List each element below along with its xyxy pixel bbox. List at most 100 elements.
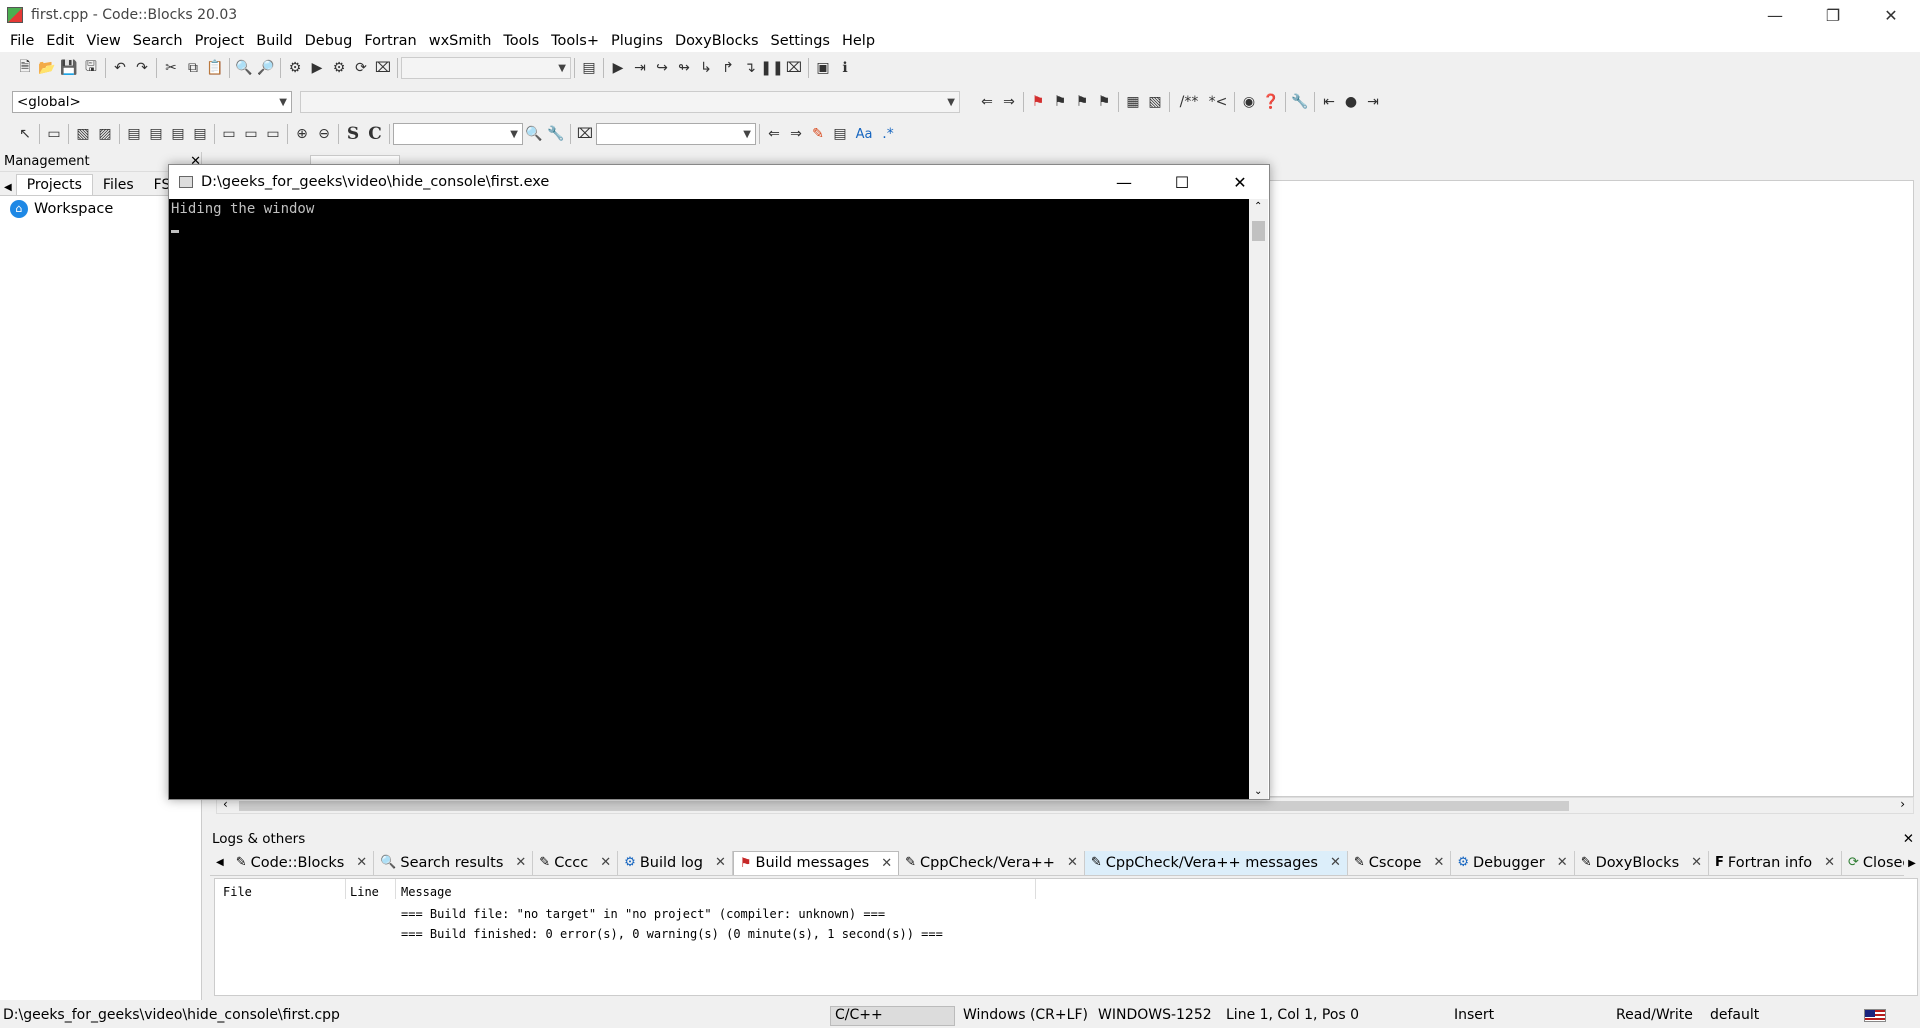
menu-fortran[interactable]: Fortran	[358, 33, 422, 49]
jump-forward-icon[interactable]: ⇒	[998, 91, 1020, 113]
abort-icon[interactable]: ⌧	[372, 57, 394, 79]
menu-edit[interactable]: Edit	[40, 33, 80, 49]
search-settings-icon[interactable]: 🔧	[545, 123, 567, 145]
menu-view[interactable]: View	[80, 33, 126, 49]
comment-line-icon[interactable]: *<	[1205, 91, 1231, 113]
log-tab-build-log[interactable]: ⚙ Build log ✕	[618, 850, 733, 875]
menu-tools-plus[interactable]: Tools+	[545, 33, 605, 49]
s-icon[interactable]: S	[342, 123, 364, 145]
paste-icon[interactable]: 📋	[204, 57, 226, 79]
undo-icon[interactable]: ↶	[109, 57, 131, 79]
console-maximize-button[interactable]: ☐	[1153, 165, 1211, 199]
match-case-icon[interactable]: Aa	[851, 123, 877, 145]
debug-continue-icon[interactable]: ▶	[607, 57, 629, 79]
menu-search[interactable]: Search	[127, 33, 189, 49]
log-tab-cppcheck[interactable]: ✎ CppCheck/Vera++ ✕	[899, 850, 1085, 875]
menu-build[interactable]: Build	[250, 33, 298, 49]
menu-tools[interactable]: Tools	[497, 33, 545, 49]
copy-icon[interactable]: ⧉	[182, 57, 204, 79]
debug-windows-icon[interactable]: ▣	[812, 57, 834, 79]
build-options-icon[interactable]: ▤	[578, 57, 600, 79]
run-icon[interactable]: ▶	[306, 57, 328, 79]
zoom-in-icon[interactable]: ⊕	[291, 123, 313, 145]
tab-close-icon[interactable]: ✕	[1691, 855, 1702, 870]
scroll-down-icon[interactable]: ⌄	[1254, 786, 1262, 797]
log-tab-codeblocks[interactable]: ✎ Code::Blocks ✕	[230, 850, 375, 875]
next-line-icon[interactable]: ↪	[651, 57, 673, 79]
scroll-right-icon[interactable]: ›	[1900, 797, 1905, 811]
table-row[interactable]: === Build finished: 0 error(s), 0 warnin…	[401, 927, 943, 941]
log-tab-search-results[interactable]: 🔍 Search results ✕	[374, 850, 534, 875]
cut-icon[interactable]: ✂	[160, 57, 182, 79]
tabs-scroll-left-icon[interactable]: ◀	[0, 180, 16, 195]
log-tab-cscope[interactable]: ✎ Cscope ✕	[1348, 850, 1452, 875]
tab-close-icon[interactable]: ✕	[356, 855, 367, 870]
console-close-button[interactable]: ✕	[1211, 165, 1269, 199]
log-tab-cccc[interactable]: ✎ Cccc ✕	[533, 850, 619, 875]
border-c-icon[interactable]: ▭	[262, 123, 284, 145]
c-icon[interactable]: C	[364, 123, 386, 145]
clear-search-icon[interactable]: ⌧	[574, 123, 596, 145]
menu-doxyblocks[interactable]: DoxyBlocks	[669, 33, 765, 49]
sizer-d-icon[interactable]: ▤	[189, 123, 211, 145]
open-icon[interactable]: 📂	[36, 57, 58, 79]
scope-select[interactable]: <global> ▼	[12, 91, 292, 113]
log-tab-build-messages[interactable]: ⚑ Build messages ✕	[732, 850, 900, 875]
log-tab-cppcheck-messages[interactable]: ✎ CppCheck/Vera++ messages ✕	[1084, 850, 1348, 875]
close-button[interactable]: ✕	[1862, 0, 1920, 30]
sizer-a-icon[interactable]: ▤	[123, 123, 145, 145]
scroll-up-icon[interactable]: ⌃	[1254, 201, 1262, 212]
table-row[interactable]: === Build file: "no target" in "no proje…	[401, 907, 885, 921]
console-output[interactable]: Hiding the window	[169, 199, 1249, 799]
tab-close-icon[interactable]: ✕	[1330, 855, 1341, 870]
prev-bookmark-icon[interactable]: ⚑	[1049, 91, 1071, 113]
sizer-b-icon[interactable]: ▤	[145, 123, 167, 145]
tab-close-icon[interactable]: ✕	[600, 855, 611, 870]
step-into-icon[interactable]: ↳	[695, 57, 717, 79]
help-icon[interactable]: ❓	[1260, 91, 1282, 113]
logs-scroll-left-icon[interactable]: ◀	[210, 857, 230, 868]
highlight-pen-icon[interactable]: ✎	[807, 123, 829, 145]
tab-close-icon[interactable]: ✕	[1067, 855, 1078, 870]
clear-bookmarks-icon[interactable]: ⚑	[1093, 91, 1115, 113]
function-select[interactable]: ▼	[300, 91, 960, 113]
search-select[interactable]: ▼	[393, 123, 523, 145]
redo-icon[interactable]: ↷	[131, 57, 153, 79]
lowlight-icon[interactable]: ▧	[1144, 91, 1166, 113]
selection-only-icon[interactable]: ▤	[829, 123, 851, 145]
next-instruction-icon[interactable]: ↬	[673, 57, 695, 79]
menu-help[interactable]: Help	[836, 33, 881, 49]
build-and-run-icon[interactable]: ⚙	[328, 57, 350, 79]
jump-next-change-icon[interactable]: ⇥	[1362, 91, 1384, 113]
tab-close-icon[interactable]: ✕	[1557, 855, 1568, 870]
log-tab-debugger[interactable]: ⚙ Debugger ✕	[1451, 850, 1575, 875]
build-gear-icon[interactable]: ⚙	[284, 57, 306, 79]
jump-back-icon[interactable]: ⇐	[976, 91, 998, 113]
preferences-wrench-icon[interactable]: 🔧	[1289, 91, 1311, 113]
search-run-icon[interactable]: 🔍	[523, 123, 545, 145]
comment-block-icon[interactable]: /**	[1173, 91, 1205, 113]
tab-close-icon[interactable]: ✕	[881, 856, 892, 871]
save-icon[interactable]: 💾	[58, 57, 80, 79]
pause-icon[interactable]: ❚❚	[760, 57, 783, 79]
logs-scroll-right-icon[interactable]: ▶	[1904, 852, 1920, 876]
console-vertical-scrollbar[interactable]: ⌃ ⌄	[1249, 199, 1268, 799]
tab-close-icon[interactable]: ✕	[1824, 855, 1835, 870]
menu-settings[interactable]: Settings	[765, 33, 836, 49]
menu-file[interactable]: File	[4, 33, 40, 49]
tab-files[interactable]: Files	[93, 175, 144, 195]
rebuild-icon[interactable]: ⟳	[350, 57, 372, 79]
border-a-icon[interactable]: ▭	[218, 123, 240, 145]
info-icon[interactable]: ℹ	[834, 57, 856, 79]
highlight-icon[interactable]: ▦	[1122, 91, 1144, 113]
restore-button[interactable]: ❐	[1804, 0, 1862, 30]
border-b-icon[interactable]: ▭	[240, 123, 262, 145]
pointer-icon[interactable]: ↖	[14, 123, 36, 145]
logs-close-icon[interactable]: ✕	[1903, 828, 1914, 850]
minimize-button[interactable]: —	[1746, 0, 1804, 30]
step-into-instruction-icon[interactable]: ↴	[739, 57, 761, 79]
stop-debugger-icon[interactable]: ⌧	[783, 57, 805, 79]
build-target-select[interactable]: ▼	[401, 57, 571, 79]
find-prev-icon[interactable]: ⇐	[763, 123, 785, 145]
layout-b-icon[interactable]: ▨	[94, 123, 116, 145]
